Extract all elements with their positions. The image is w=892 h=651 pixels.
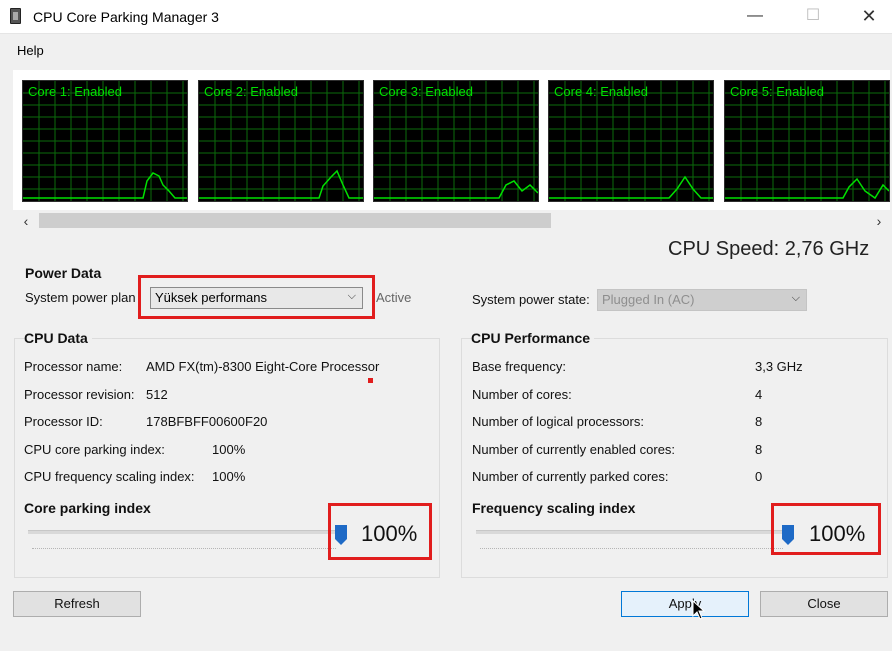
- core-graph-1-label: Core 1: Enabled: [28, 84, 122, 99]
- core-parking-index-value: 100%: [212, 442, 246, 457]
- number-of-cores-label: Number of cores:: [472, 387, 572, 402]
- cpu-data-title: CPU Data: [24, 330, 92, 346]
- cpu-performance-title: CPU Performance: [471, 330, 595, 346]
- power-plan-label: System power plan: [25, 290, 136, 305]
- maximize-button[interactable]: ☐: [790, 0, 836, 32]
- mouse-cursor-icon: [692, 600, 706, 620]
- window-title: CPU Core Parking Manager 3: [33, 9, 219, 25]
- core-activity-trace: [199, 169, 363, 199]
- logical-processors-label: Number of logical processors:: [472, 414, 644, 429]
- logical-processors-value: 8: [755, 414, 763, 429]
- processor-revision-value: 512: [146, 387, 168, 402]
- base-frequency-label: Base frequency:: [472, 359, 566, 374]
- core-graph-3: Core 3: Enabled: [373, 80, 539, 202]
- power-plan-active: Active: [376, 290, 412, 305]
- red-marker: [368, 378, 373, 383]
- highlight-box-frequency-scaling: [771, 503, 881, 555]
- number-of-cores-value: 4: [755, 387, 763, 402]
- frequency-scaling-index-label: CPU frequency scaling index:: [24, 469, 195, 484]
- core-graph-1: Core 1: Enabled: [22, 80, 188, 202]
- core-graph-4-label: Core 4: Enabled: [554, 84, 648, 99]
- highlight-box-power-plan: [138, 275, 375, 319]
- core-graph-2: Core 2: Enabled: [198, 80, 364, 202]
- processor-id-value: 178BFBFF00600F20: [146, 414, 268, 429]
- core-graph-4: Core 4: Enabled: [548, 80, 714, 202]
- cpu-speed-readout: CPU Speed: 2,76 GHz: [668, 238, 870, 260]
- power-state-label: System power state:: [472, 292, 590, 307]
- menu-bar: Help: [0, 38, 892, 64]
- chevron-down-icon: ⌵: [791, 292, 800, 304]
- processor-name-value: AMD FX(tm)-8300 Eight-Core Processor: [146, 359, 380, 374]
- core-graph-5-plot: [725, 81, 889, 201]
- core-graph-3-plot: [374, 81, 538, 201]
- close-button[interactable]: Close: [760, 591, 888, 617]
- enabled-cores-label: Number of currently enabled cores:: [472, 442, 676, 457]
- processor-revision-label: Processor revision:: [24, 387, 135, 402]
- core-graph-5: Core 5: Enabled: [724, 80, 890, 202]
- menu-help[interactable]: Help: [17, 43, 44, 58]
- core-activity-trace: [549, 175, 713, 199]
- power-state-select: Plugged In (AC) ⌵: [597, 289, 807, 311]
- frequency-scaling-slider[interactable]: [476, 530, 788, 534]
- graphs-scrollbar[interactable]: ‹ ›: [13, 210, 890, 232]
- apply-button[interactable]: Apply: [621, 591, 749, 617]
- app-icon: [10, 8, 21, 24]
- core-graph-4-plot: [549, 81, 713, 201]
- core-graph-2-plot: [199, 81, 363, 201]
- base-frequency-value: 3,3 GHz: [755, 359, 803, 374]
- parked-cores-label: Number of currently parked cores:: [472, 469, 669, 484]
- minimize-button[interactable]: —: [732, 0, 778, 32]
- enabled-cores-value: 8: [755, 442, 763, 457]
- core-graph-2-label: Core 2: Enabled: [204, 84, 298, 99]
- refresh-button[interactable]: Refresh: [13, 591, 141, 617]
- scroll-left-icon[interactable]: ‹: [17, 212, 35, 230]
- core-parking-index-title: Core parking index: [24, 500, 151, 516]
- core-parking-slider-ticks: [32, 548, 336, 551]
- frequency-scaling-slider-ticks: [480, 548, 783, 551]
- core-graph-5-label: Core 5: Enabled: [730, 84, 824, 99]
- highlight-box-core-parking: [328, 503, 432, 560]
- scrollbar-thumb[interactable]: [39, 213, 551, 228]
- core-graph-3-label: Core 3: Enabled: [379, 84, 473, 99]
- processor-id-label: Processor ID:: [24, 414, 103, 429]
- processor-name-label: Processor name:: [24, 359, 123, 374]
- close-window-button[interactable]: ✕: [846, 0, 892, 32]
- frequency-scaling-index-title: Frequency scaling index: [472, 500, 636, 516]
- power-data-title: Power Data: [25, 265, 102, 281]
- core-graphs-panel: Core 1: Enabled Core 2: Enabled Core 3: …: [13, 70, 890, 210]
- core-parking-slider[interactable]: [28, 530, 341, 534]
- title-bar: CPU Core Parking Manager 3 — ☐ ✕: [0, 0, 892, 34]
- parked-cores-value: 0: [755, 469, 763, 484]
- frequency-scaling-index-value: 100%: [212, 469, 246, 484]
- core-parking-index-label: CPU core parking index:: [24, 442, 165, 457]
- core-graph-1-plot: [23, 81, 187, 201]
- power-state-value: Plugged In (AC): [602, 292, 695, 307]
- scroll-right-icon[interactable]: ›: [870, 212, 888, 230]
